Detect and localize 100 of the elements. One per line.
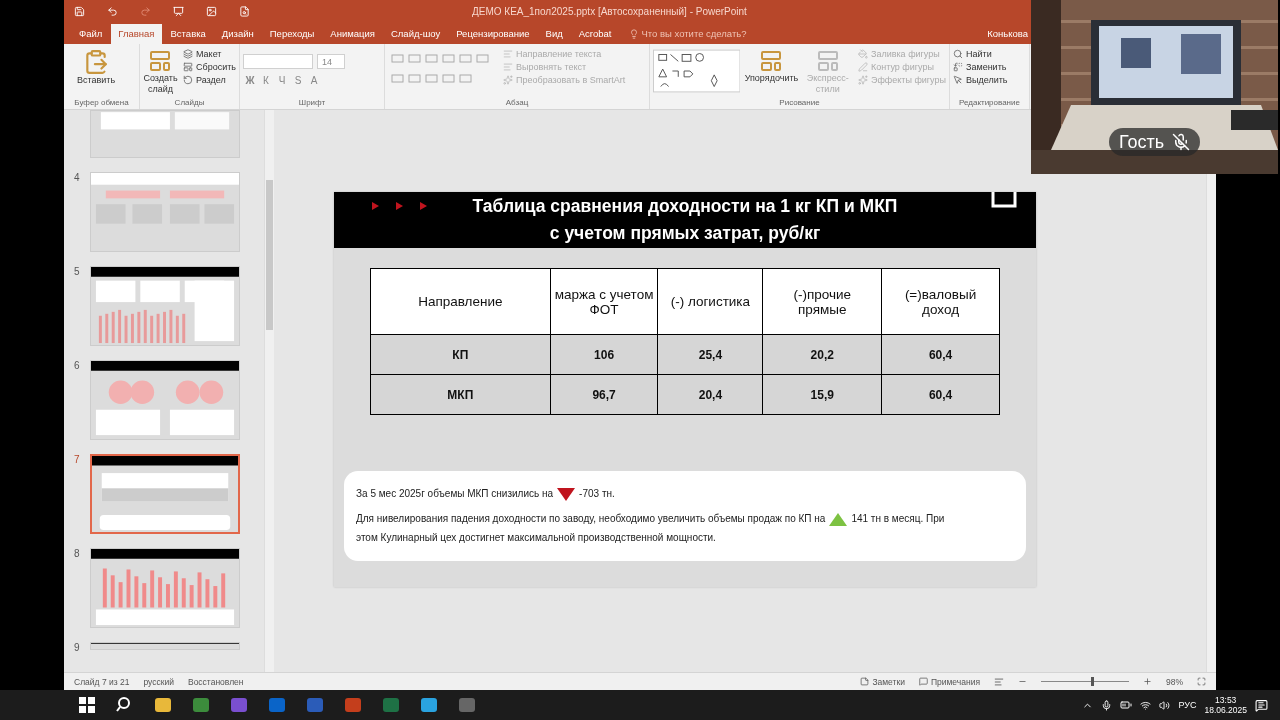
slide-thumbnail[interactable]	[90, 360, 240, 440]
up-triangle-icon	[829, 512, 848, 526]
column-header: (=)валовый доход	[881, 268, 1000, 335]
slide-number: 7	[74, 454, 81, 465]
scrollbar[interactable]	[264, 110, 274, 672]
notes-icon	[860, 677, 870, 686]
column-header: (-) логистика	[657, 268, 763, 335]
clipboard-icon	[83, 49, 109, 75]
notifications-icon[interactable]	[1255, 698, 1268, 712]
window-title: ДЕМО КЕА_1пол2025.pptx [Автосохраненный] - PowerPoint	[472, 5, 747, 17]
format-button[interactable]: S	[291, 75, 305, 86]
column-header: (-)прочие прямые	[762, 268, 882, 335]
paint-bucket-icon	[858, 49, 868, 59]
ribbon-tab[interactable]: Дизайн	[214, 24, 261, 44]
text-direction-icon	[503, 49, 513, 59]
lightbulb-icon	[628, 28, 639, 39]
font-name-field[interactable]	[243, 54, 313, 69]
slide-thumbnail[interactable]	[90, 266, 240, 346]
slide-title: с учетом прямых затрат, руб/кг	[549, 222, 821, 245]
save-icon[interactable]	[74, 5, 85, 17]
ribbon-button[interactable]: Раздел	[183, 75, 236, 85]
normal-view-icon[interactable]	[994, 676, 1004, 687]
font-size-field[interactable]: 14	[317, 54, 345, 69]
table-cell: 20,2	[762, 334, 882, 375]
participant-name: Гость	[1119, 131, 1165, 153]
slide-thumbnail[interactable]	[90, 110, 240, 158]
format-button[interactable]: К	[259, 75, 273, 86]
group-label: Редактирование	[958, 98, 1021, 109]
layout-icon	[148, 49, 173, 73]
ribbon-button[interactable]: Создать слайд	[143, 49, 178, 95]
ribbon-button[interactable]: Выделить	[953, 75, 1008, 85]
battery-icon[interactable]	[1120, 699, 1133, 711]
note-text: -703 тн.	[579, 487, 615, 500]
group-label: Шрифт	[297, 98, 327, 109]
ribbon-button[interactable]: Макет	[183, 49, 236, 59]
note-text: 141 тн в месяц. При	[851, 512, 945, 525]
clock[interactable]: 13:53 18.06.2025	[1204, 695, 1247, 715]
ribbon-button[interactable]: Сбросить	[183, 62, 236, 72]
table-cell: 106	[550, 334, 658, 375]
ribbon-button[interactable]: Упорядочить	[745, 49, 798, 84]
shape-gallery-icon[interactable]	[653, 49, 741, 93]
comments-button[interactable]: Примечания	[918, 676, 980, 687]
slide-number: 6	[74, 360, 81, 371]
slide-thumbnail[interactable]	[90, 548, 240, 628]
ribbon-tab[interactable]: Вид	[538, 24, 570, 44]
slide-title: Таблица сравнения доходности на 1 кг КП и МКП	[472, 195, 898, 218]
user-name[interactable]: Конькова	[987, 24, 1028, 44]
group-label: Абзац	[504, 98, 530, 109]
scrollbar[interactable]	[1206, 174, 1216, 672]
ribbon-tab[interactable]: Вставка	[163, 24, 213, 44]
down-triangle-icon	[557, 487, 576, 501]
volume-icon[interactable]	[1159, 699, 1171, 711]
undo-icon[interactable]	[107, 5, 118, 17]
ribbon-tab[interactable]: Acrobat	[571, 24, 619, 44]
microphone-icon[interactable]	[1101, 699, 1113, 711]
table-cell: МКП	[370, 374, 551, 415]
reset-icon	[183, 75, 193, 85]
ribbon-tab[interactable]: Рецензирование	[449, 24, 537, 44]
ribbon-button[interactable]: Вставить	[67, 49, 125, 86]
slide-thumbnail[interactable]	[90, 642, 240, 650]
group-label: Буфер обмена	[73, 98, 130, 109]
table-cell: 96,7	[550, 374, 658, 415]
preview-icon[interactable]	[239, 5, 250, 17]
slideshow-icon[interactable]	[173, 5, 184, 17]
format-button[interactable]: Ч	[275, 75, 289, 86]
zoom-in-icon[interactable]	[1143, 677, 1152, 686]
language-label: русский	[143, 676, 174, 687]
notes-button[interactable]: Заметки	[860, 676, 905, 687]
sparkles-icon	[858, 75, 868, 85]
ribbon-tab[interactable]: Главная	[111, 24, 162, 44]
ribbon-button[interactable]: Найти	[953, 49, 1008, 59]
layout-icon	[759, 49, 784, 73]
zoom-level: 98%	[1166, 676, 1183, 687]
table-cell: КП	[370, 334, 551, 375]
ribbon-tab[interactable]: Файл	[72, 24, 110, 44]
layout-icon	[815, 49, 840, 73]
slide-thumbnail[interactable]	[90, 454, 240, 534]
pointer-icon	[953, 75, 963, 85]
ribbon-tab[interactable]: Анимация	[323, 24, 382, 44]
slide-counter: Слайд 7 из 21	[74, 676, 130, 687]
align-icon	[503, 62, 513, 72]
search-icon	[953, 49, 963, 59]
tell-me-field[interactable]: Что вы хотите сделать?	[620, 24, 755, 44]
wifi-icon[interactable]	[1140, 699, 1152, 711]
slide-thumbnail[interactable]	[90, 172, 240, 252]
ribbon-tab[interactable]: Слайд-шоу	[383, 24, 448, 44]
column-header: маржа с учетом ФОТ	[550, 268, 658, 335]
picture-icon[interactable]	[206, 5, 217, 17]
ribbon-tab[interactable]: Переходы	[262, 24, 322, 44]
note-text: Для нивелирования падения доходности по заводу, необходимо увеличить объемы продаж по КП на	[356, 512, 826, 525]
format-button[interactable]: Ж	[243, 75, 257, 86]
status-label: Восстановлен	[187, 676, 244, 687]
language-indicator[interactable]: РУС	[1178, 700, 1197, 710]
table-cell: 20,4	[657, 374, 763, 415]
table-cell: 25,4	[657, 334, 763, 375]
layers-icon	[183, 49, 193, 59]
format-button[interactable]: A	[307, 75, 321, 86]
slide-number: 4	[74, 172, 81, 183]
ribbon-button[interactable]: Заменить	[953, 62, 1008, 72]
fit-icon[interactable]	[1197, 677, 1206, 686]
